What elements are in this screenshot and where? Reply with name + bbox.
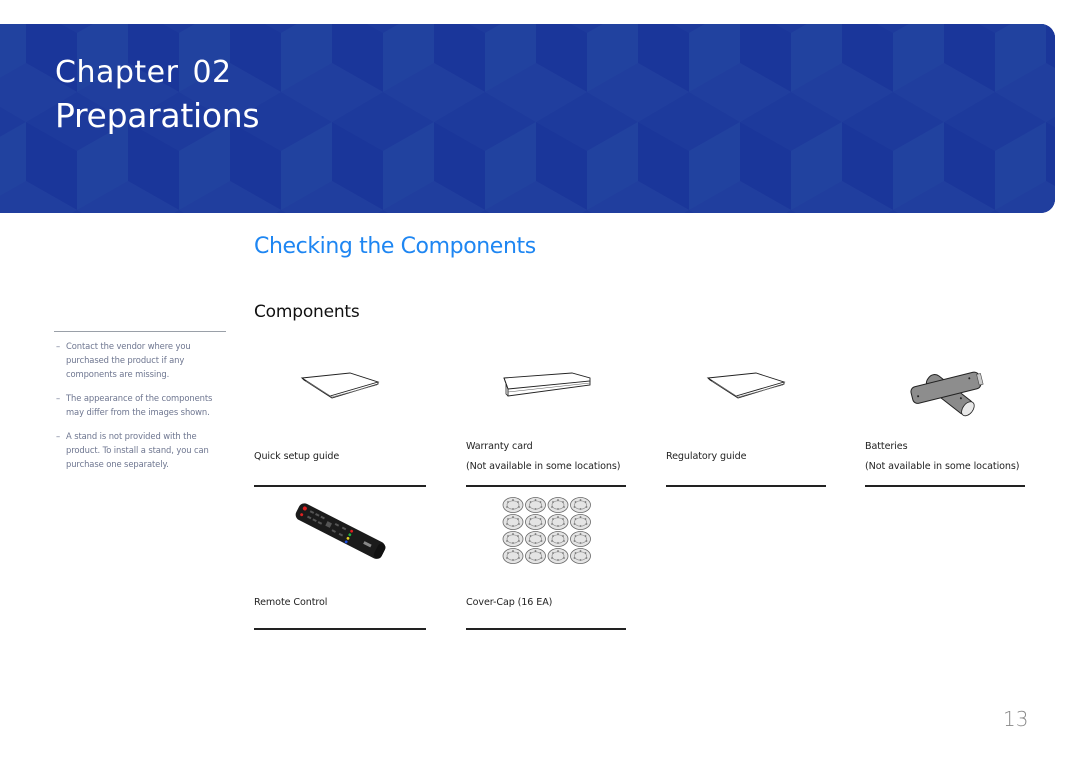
note-item: – Contact the vendor where you purchased…	[54, 339, 226, 381]
warranty-card-icon	[503, 372, 591, 397]
note-item: – A stand is not provided with the produ…	[54, 429, 226, 471]
cover-cap	[502, 514, 524, 530]
note-text: A stand is not provided with the product…	[66, 431, 209, 469]
note-dash: –	[56, 341, 61, 351]
cover-cap	[570, 514, 591, 530]
component-batteries: Batteries (Not available in some locatio…	[865, 360, 1025, 490]
component-divider	[254, 485, 426, 487]
cover-cap	[570, 497, 591, 513]
subsection-title: Components	[254, 302, 360, 322]
cover-cap	[547, 531, 569, 547]
note-item: – The appearance of the components may d…	[54, 391, 226, 419]
component-warranty-card: Warranty card (Not available in some loc…	[466, 360, 626, 490]
cover-cap	[525, 548, 546, 564]
component-name: Quick setup guide	[254, 451, 340, 462]
cover-cap	[525, 514, 546, 530]
sidebar-divider	[54, 331, 226, 332]
remote-control-icon	[295, 503, 386, 559]
note-text: The appearance of the components may dif…	[66, 393, 213, 417]
cover-cap	[525, 531, 546, 547]
note-text: Contact the vendor where you purchased t…	[66, 341, 191, 379]
cover-cap-icon	[502, 497, 591, 564]
booklet-icon	[706, 372, 786, 399]
component-note: (Not available in some locations)	[865, 461, 1020, 472]
booklet-icon	[300, 372, 380, 399]
cover-cap	[502, 548, 524, 564]
note-dash: –	[56, 393, 61, 403]
component-divider	[254, 628, 426, 630]
chapter-title: Preparations	[55, 96, 260, 135]
component-remote-control: Remote Control	[254, 496, 426, 632]
component-name: Batteries	[865, 441, 908, 452]
component-name: Regulatory guide	[666, 451, 747, 462]
component-name: Cover-Cap (16 EA)	[466, 597, 553, 608]
cover-cap	[547, 548, 569, 564]
cover-cap	[570, 548, 591, 564]
chapter-banner: Chapter 02 Preparations	[0, 24, 1055, 213]
cover-cap	[547, 497, 569, 513]
chapter-label: Chapter 02	[55, 55, 232, 90]
component-divider	[865, 485, 1025, 487]
component-divider	[466, 628, 626, 630]
component-name: Remote Control	[254, 597, 328, 608]
sidebar-notes: – Contact the vendor where you purchased…	[54, 339, 226, 481]
component-note: (Not available in some locations)	[466, 461, 621, 472]
component-divider	[666, 485, 826, 487]
cover-cap	[502, 497, 524, 513]
cover-cap	[502, 531, 524, 547]
page-number: 13	[1003, 707, 1029, 731]
cover-cap	[547, 514, 569, 530]
chapter-number: 02	[192, 55, 232, 90]
component-regulatory-guide: Regulatory guide	[666, 360, 826, 490]
cover-cap	[525, 497, 546, 513]
note-dash: –	[56, 431, 61, 441]
component-quick-setup-guide: Quick setup guide	[254, 360, 426, 490]
cover-cap	[570, 531, 591, 547]
section-title: Checking the Components	[254, 234, 536, 259]
batteries-icon	[910, 371, 984, 417]
component-name: Warranty card	[466, 441, 533, 452]
component-cover-cap: Cover-Cap (16 EA)	[466, 496, 626, 632]
chapter-word: Chapter	[55, 55, 179, 90]
component-divider	[466, 485, 626, 487]
